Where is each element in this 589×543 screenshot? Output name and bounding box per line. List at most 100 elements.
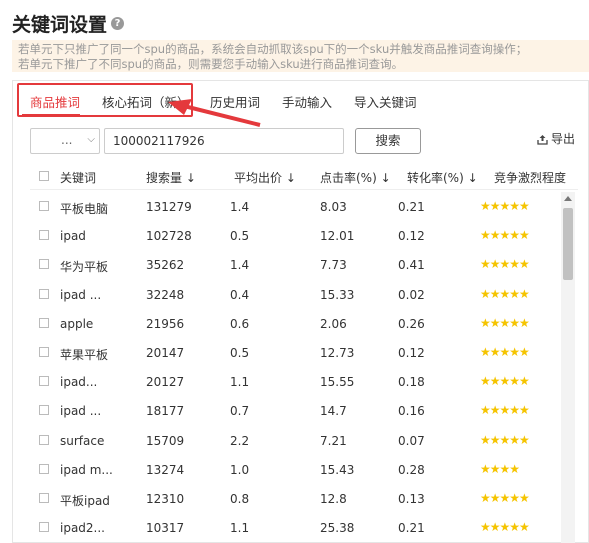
table-row[interactable]: ipad ... 18177 0.7 14.7 0.16 ★★★★★	[30, 396, 560, 425]
search-button[interactable]: 搜索	[355, 128, 421, 154]
cell-cvr: 0.21	[398, 200, 425, 214]
table-row[interactable]: 平板电脑 131279 1.4 8.03 0.21 ★★★★★	[30, 192, 560, 221]
notice-line-1: 若单元下只推广了同一个spu的商品，系统会自动抓取该spu下的一个sku并触发商…	[18, 42, 528, 56]
cell-ctr: 2.06	[320, 316, 347, 331]
cell-search-volume: 18177	[146, 404, 185, 419]
table-row[interactable]: apple 21956 0.6 2.06 0.26 ★★★★★	[30, 309, 560, 338]
cell-keyword: ipad m...	[60, 462, 113, 477]
cell-avg-bid: 1.1	[230, 375, 250, 390]
row-checkbox[interactable]	[39, 376, 49, 387]
row-checkbox[interactable]	[39, 522, 49, 533]
cell-ctr: 12.01	[320, 229, 355, 244]
cell-avg-bid: 0.5	[230, 229, 250, 244]
select-all-checkbox[interactable]	[39, 171, 49, 181]
competition-stars-icon: ★★★★★	[480, 315, 530, 330]
cell-avg-bid: 1.4	[230, 200, 250, 214]
cell-avg-bid: 0.8	[230, 492, 250, 506]
cell-keyword: 华为平板	[60, 260, 109, 275]
cell-search-volume: 21956	[146, 316, 185, 331]
cell-keyword: ipad2...	[60, 521, 105, 536]
scroll-up-icon[interactable]	[564, 196, 572, 201]
cell-ctr: 15.33	[320, 287, 355, 302]
header-keyword: 关键词	[60, 171, 97, 185]
cell-ctr: 7.73	[320, 258, 347, 273]
cell-keyword: apple	[60, 316, 94, 331]
table-row[interactable]: ipad2... 10317 1.1 25.38 0.21 ★★★★★	[30, 513, 560, 542]
tab-manual-input[interactable]: 手动输入	[282, 92, 332, 111]
cell-cvr: 0.18	[398, 375, 425, 390]
row-checkbox[interactable]	[39, 201, 49, 211]
row-checkbox[interactable]	[39, 434, 49, 445]
header-competition[interactable]: 竞争激烈程度	[494, 169, 566, 186]
table-scrollbar[interactable]	[561, 192, 575, 543]
cell-ctr: 8.03	[320, 200, 347, 214]
cell-ctr: 12.8	[320, 492, 347, 506]
cell-avg-bid: 2.2	[230, 433, 250, 448]
cell-search-volume: 13274	[146, 462, 185, 477]
cell-search-volume: 10317	[146, 521, 185, 536]
row-checkbox[interactable]	[39, 347, 49, 357]
cell-avg-bid: 0.4	[230, 287, 250, 302]
cell-avg-bid: 1.4	[230, 258, 250, 273]
table-row[interactable]: 华为平板 35262 1.4 7.73 0.41 ★★★★★	[30, 250, 560, 279]
cell-keyword: 苹果平板	[60, 348, 109, 362]
scroll-thumb[interactable]	[563, 208, 573, 280]
table-row[interactable]: ipad ... 32248 0.4 15.33 0.02 ★★★★★	[30, 280, 560, 309]
cell-search-volume: 102728	[146, 229, 192, 244]
competition-stars-icon: ★★★★★	[480, 228, 530, 243]
row-checkbox[interactable]	[39, 230, 49, 241]
cell-cvr: 0.41	[398, 258, 425, 273]
cell-search-volume: 20127	[146, 375, 185, 390]
competition-stars-icon: ★★★★★	[480, 432, 530, 447]
header-search-volume[interactable]: 搜索量 ↓	[146, 169, 196, 186]
question-circle-icon[interactable]: ?	[111, 17, 125, 30]
cell-ctr: 15.43	[320, 462, 355, 477]
cell-cvr: 0.13	[398, 492, 425, 506]
cell-cvr: 0.12	[398, 229, 425, 244]
cell-search-volume: 131279	[146, 200, 192, 214]
cell-cvr: 0.07	[398, 433, 425, 448]
row-checkbox[interactable]	[39, 405, 49, 416]
cell-cvr: 0.21	[398, 521, 425, 536]
cell-keyword: ipad ...	[60, 404, 102, 419]
cell-keyword: ipad...	[60, 375, 98, 390]
cell-keyword: ipad ...	[60, 287, 102, 302]
cell-ctr: 7.21	[320, 433, 347, 448]
notice-banner: 若单元下只推广了同一个spu的商品，系统会自动抓取该spu下的一个sku并触发商…	[12, 40, 589, 72]
tab-import-keywords[interactable]: 导入关键词	[354, 92, 417, 111]
row-checkbox[interactable]	[39, 259, 49, 270]
table-row[interactable]: ipad... 20127 1.1 15.55 0.18 ★★★★★	[30, 367, 560, 396]
competition-stars-icon: ★★★★★	[480, 520, 530, 535]
table-row[interactable]: ipad 102728 0.5 12.01 0.12 ★★★★★	[30, 221, 560, 250]
page-title: 关键词设置?	[12, 10, 125, 37]
cell-ctr: 14.7	[320, 404, 347, 419]
cell-avg-bid: 0.7	[230, 404, 250, 419]
export-label: 导出	[551, 132, 576, 146]
cell-avg-bid: 1.1	[230, 521, 250, 536]
cell-search-volume: 12310	[146, 492, 185, 506]
header-avg-bid[interactable]: 平均出价 ↓	[234, 169, 296, 186]
export-button[interactable]: 导出	[537, 130, 575, 147]
competition-stars-icon: ★★★★★	[480, 491, 530, 505]
page-title-text: 关键词设置	[12, 14, 108, 36]
competition-stars-icon: ★★★★★	[480, 199, 530, 213]
cell-avg-bid: 0.6	[230, 316, 250, 331]
header-cvr[interactable]: 转化率(%) ↓	[407, 169, 478, 186]
table-row[interactable]: surface 15709 2.2 7.21 0.07 ★★★★★	[30, 426, 560, 455]
table-row[interactable]: ipad m... 13274 1.0 15.43 0.28 ★★★★	[30, 455, 560, 484]
cell-keyword: ipad	[60, 229, 86, 244]
row-checkbox[interactable]	[39, 463, 49, 474]
table-row[interactable]: 苹果平板 20147 0.5 12.73 0.12 ★★★★★	[30, 338, 560, 367]
header-ctr[interactable]: 点击率(%) ↓	[320, 169, 391, 186]
sku-input[interactable]	[104, 128, 344, 154]
row-checkbox[interactable]	[39, 493, 49, 503]
cell-cvr: 0.28	[398, 462, 425, 477]
cell-keyword: 平板电脑	[60, 202, 109, 216]
competition-stars-icon: ★★★★★	[480, 286, 530, 301]
cell-search-volume: 32248	[146, 287, 185, 302]
type-select[interactable]: ... ⌵	[30, 128, 100, 154]
table-header: 关键词 搜索量 ↓ 平均出价 ↓ 点击率(%) ↓ 转化率(%) ↓ 竞争激烈程…	[30, 163, 580, 189]
table-row[interactable]: 平板ipad 12310 0.8 12.8 0.13 ★★★★★	[30, 484, 560, 513]
row-checkbox[interactable]	[39, 288, 49, 299]
row-checkbox[interactable]	[39, 317, 49, 328]
